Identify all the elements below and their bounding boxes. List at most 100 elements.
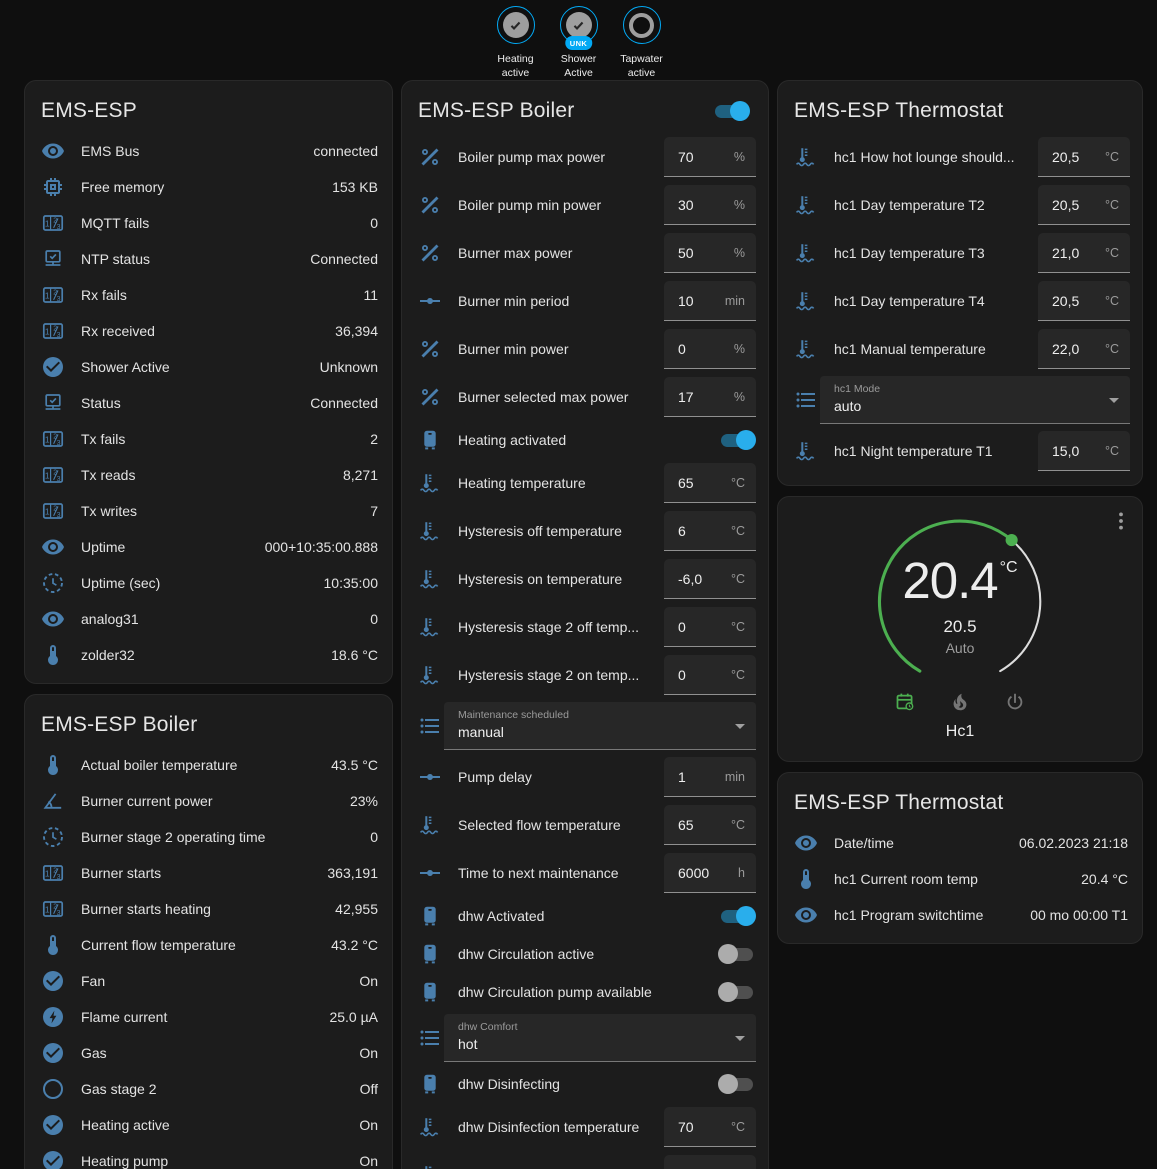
number-entity-row[interactable]: Hysteresis stage 2 off temp...0°C [402, 603, 768, 651]
switch-entity-row[interactable]: dhw Disinfecting [402, 1065, 768, 1103]
entity-row[interactable]: 123Tx reads8,271 [25, 457, 392, 493]
number-input[interactable]: 1min [664, 757, 756, 797]
entity-row[interactable]: hc1 Current room temp20.4 °C [778, 861, 1142, 897]
entity-row[interactable]: Burner stage 2 operating time0 [25, 819, 392, 855]
number-entity-row[interactable]: hc1 Manual temperature22,0°C [778, 325, 1142, 373]
entity-row[interactable]: Uptime (sec)10:35:00 [25, 565, 392, 601]
number-input[interactable]: 65°C [664, 463, 756, 503]
select-input[interactable]: dhw Comforthot [444, 1014, 756, 1062]
dial-handle[interactable] [1006, 534, 1018, 546]
thermostat-dial[interactable]: 20.4°C 20.5 Auto [865, 515, 1055, 689]
number-entity-row[interactable]: Hysteresis on temperature-6,0°C [402, 555, 768, 603]
number-entity-row[interactable]: Hysteresis stage 2 on temp...0°C [402, 651, 768, 699]
entity-row[interactable]: Actual boiler temperature43.5 °C [25, 747, 392, 783]
select-entity-row[interactable]: hc1 Modeauto [778, 373, 1142, 427]
number-input[interactable]: 17% [664, 377, 756, 417]
select-entity-row[interactable]: dhw Comforthot [402, 1011, 768, 1065]
switch-entity-row[interactable]: dhw Circulation pump available [402, 973, 768, 1011]
entity-row[interactable]: 123Tx writes7 [25, 493, 392, 529]
entity-row[interactable]: 123Burner starts363,191 [25, 855, 392, 891]
toggle-switch[interactable] [718, 906, 756, 926]
select-input[interactable]: Maintenance scheduledmanual [444, 702, 756, 750]
number-entity-row[interactable]: dhw Disinfection temperature70°C [402, 1103, 768, 1151]
number-entity-row[interactable]: Time to next maintenance6000h [402, 849, 768, 897]
entity-row[interactable]: 123Rx fails11 [25, 277, 392, 313]
toggle-switch[interactable] [718, 982, 756, 1002]
number-input[interactable]: 0% [664, 329, 756, 369]
select-input[interactable]: hc1 Modeauto [820, 376, 1130, 424]
select-entity-row[interactable]: Maintenance scheduledmanual [402, 699, 768, 753]
number-input[interactable]: 20,5°C [1038, 137, 1130, 177]
entity-row[interactable]: 123Burner starts heating42,955 [25, 891, 392, 927]
toggle-switch[interactable] [718, 1074, 756, 1094]
calendar-clock-icon[interactable] [894, 691, 916, 713]
badge-shower[interactable]: UNKShowerActive [550, 6, 608, 80]
number-entity-row[interactable]: Boiler pump min power30% [402, 181, 768, 229]
number-input[interactable]: 65°C [664, 805, 756, 845]
number-entity-row[interactable]: Pump delay1min [402, 753, 768, 801]
number-input[interactable]: 70% [664, 137, 756, 177]
number-entity-row[interactable]: hc1 Day temperature T420,5°C [778, 277, 1142, 325]
boiler-enable-toggle[interactable] [712, 101, 750, 121]
number-input[interactable]: 40°C [664, 1155, 756, 1169]
toggle-switch[interactable] [718, 430, 756, 450]
entity-row[interactable]: 123Rx received36,394 [25, 313, 392, 349]
entity-row[interactable]: Heating activeOn [25, 1107, 392, 1143]
entity-row[interactable]: Flame current25.0 µA [25, 999, 392, 1035]
number-entity-row[interactable]: Selected flow temperature65°C [402, 801, 768, 849]
number-input[interactable]: 50% [664, 233, 756, 273]
entity-row[interactable]: Uptime000+10:35:00.888 [25, 529, 392, 565]
number-input[interactable]: 20,5°C [1038, 185, 1130, 225]
number-entity-row[interactable]: hc1 Day temperature T321,0°C [778, 229, 1142, 277]
number-input[interactable]: 30% [664, 185, 756, 225]
number-input[interactable]: 10min [664, 281, 756, 321]
number-input[interactable]: 70°C [664, 1107, 756, 1147]
number-input[interactable]: 6000h [664, 853, 756, 893]
number-input[interactable]: 6°C [664, 511, 756, 551]
entity-row[interactable]: Heating pumpOn [25, 1143, 392, 1169]
entity-row[interactable]: Free memory153 KB [25, 169, 392, 205]
entity-row[interactable]: NTP statusConnected [25, 241, 392, 277]
number-entity-row[interactable]: Hysteresis off temperature6°C [402, 507, 768, 555]
power-icon[interactable] [1004, 691, 1026, 713]
entity-row[interactable]: Gas stage 2Off [25, 1071, 392, 1107]
entity-row[interactable]: 123MQTT fails0 [25, 205, 392, 241]
number-entity-row[interactable]: hc1 Night temperature T115,0°C [778, 427, 1142, 475]
entity-row[interactable]: Date/time06.02.2023 21:18 [778, 825, 1142, 861]
switch-entity-row[interactable]: dhw Activated [402, 897, 768, 935]
entity-row[interactable]: analog310 [25, 601, 392, 637]
number-entity-row[interactable]: Burner min period10min [402, 277, 768, 325]
badge-heating[interactable]: Heatingactive [487, 6, 545, 80]
entity-row[interactable]: GasOn [25, 1035, 392, 1071]
entity-row[interactable]: StatusConnected [25, 385, 392, 421]
number-input[interactable]: -6,0°C [664, 559, 756, 599]
number-input[interactable]: 0°C [664, 607, 756, 647]
fire-icon[interactable] [949, 691, 971, 713]
switch-entity-row[interactable]: dhw Circulation active [402, 935, 768, 973]
entity-row[interactable]: FanOn [25, 963, 392, 999]
badge-tapwater[interactable]: Tapwateractive [613, 6, 671, 80]
entity-row[interactable]: hc1 Program switchtime00 mo 00:00 T1 [778, 897, 1142, 933]
number-entity-row[interactable]: Boiler pump max power70% [402, 133, 768, 181]
entity-row[interactable]: Shower ActiveUnknown [25, 349, 392, 385]
number-entity-row[interactable]: Burner selected max power17% [402, 373, 768, 421]
entity-row[interactable]: Current flow temperature43.2 °C [25, 927, 392, 963]
more-options-icon[interactable] [1109, 509, 1133, 533]
entity-row[interactable]: EMS Busconnected [25, 133, 392, 169]
entity-row[interactable]: zolder3218.6 °C [25, 637, 392, 673]
toggle-switch[interactable] [718, 944, 756, 964]
number-input[interactable]: 15,0°C [1038, 431, 1130, 471]
number-input[interactable]: 20,5°C [1038, 281, 1130, 321]
number-entity-row[interactable]: Heating temperature65°C [402, 459, 768, 507]
number-input[interactable]: 21,0°C [1038, 233, 1130, 273]
switch-entity-row[interactable]: Heating activated [402, 421, 768, 459]
number-input[interactable]: 0°C [664, 655, 756, 695]
number-entity-row[interactable]: hc1 How hot lounge should...20,5°C [778, 133, 1142, 181]
entity-row[interactable]: 123Tx fails2 [25, 421, 392, 457]
number-input[interactable]: 22,0°C [1038, 329, 1130, 369]
number-entity-row[interactable]: hc1 Day temperature T220,5°C [778, 181, 1142, 229]
number-entity-row[interactable]: dhw Flow temperature offset40°C [402, 1151, 768, 1169]
number-entity-row[interactable]: Burner min power0% [402, 325, 768, 373]
number-entity-row[interactable]: Burner max power50% [402, 229, 768, 277]
entity-row[interactable]: Burner current power23% [25, 783, 392, 819]
